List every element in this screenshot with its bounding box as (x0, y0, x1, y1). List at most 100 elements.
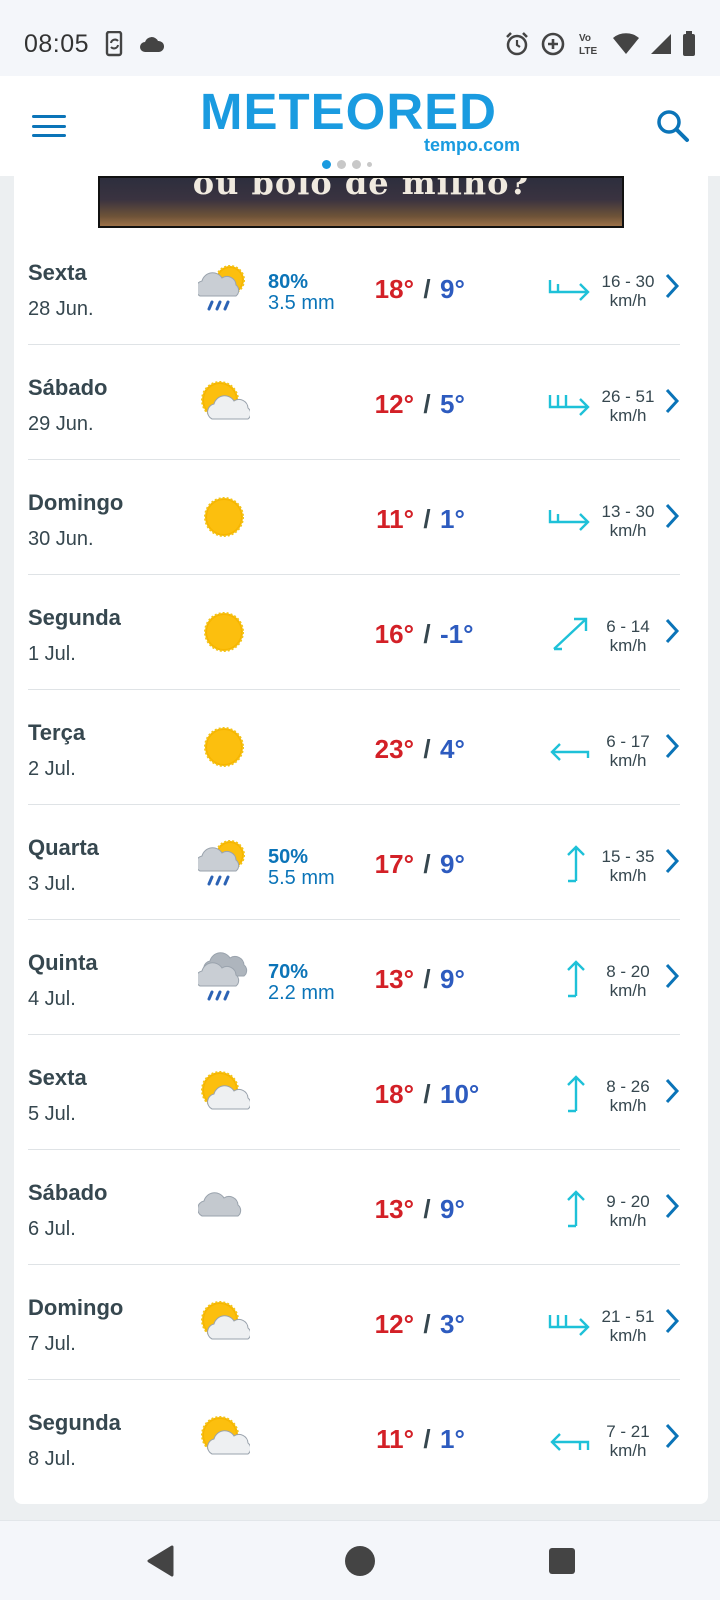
chevron-right-icon[interactable] (664, 962, 680, 990)
day-date: 7 Jul. (28, 1333, 76, 1355)
forecast-row[interactable]: Terça 2 Jul. 23° / 4° 6 - 17 km/h (28, 690, 680, 805)
wind-range: 7 - 21 (606, 1422, 650, 1441)
wind-unit: km/h (609, 981, 647, 1000)
forecast-row[interactable]: Sábado 6 Jul. 13° / 9° 9 - 20 km/h (28, 1150, 680, 1265)
forecast-row[interactable]: Segunda 8 Jul. 11° / 1° 7 - 21 km/h (28, 1380, 680, 1495)
north-icon (546, 843, 592, 883)
search-icon (657, 109, 689, 142)
forecast-row[interactable]: Quinta 4 Jul. 70% 2.2 mm 13° / 9° 8 - 20 k… (28, 920, 680, 1035)
battery-icon (682, 31, 696, 57)
search-button[interactable] (656, 109, 690, 148)
temp-max: 11° (376, 1424, 414, 1454)
temperatures: 13° / 9° (368, 1194, 488, 1225)
temp-separator: / (423, 1194, 431, 1224)
forecast-row[interactable]: Sexta 5 Jul. 18° / 10° 8 - 26 km/h (28, 1035, 680, 1150)
back-button[interactable] (140, 1541, 180, 1581)
chevron-right-icon[interactable] (664, 1077, 680, 1105)
temp-min: 5° (440, 389, 465, 419)
forecast-row[interactable]: Sexta 28 Jun. 80% 3.5 mm 18° / 9° 16 - 30 … (28, 230, 680, 345)
east-strong-icon (546, 383, 592, 423)
rain-probability: 80% (268, 271, 309, 293)
wind-speed: 6 - 17 km/h (594, 732, 662, 770)
temperatures: 16° / -1° (368, 619, 488, 650)
forecast-row[interactable]: Segunda 1 Jul. 16° / -1° 6 - 14 km/h (28, 575, 680, 690)
temp-min: 9° (440, 274, 465, 304)
temp-max: 12° (374, 389, 414, 419)
chevron-right-icon[interactable] (664, 1422, 680, 1450)
recents-icon (549, 1548, 575, 1574)
rain-probability: 70% (268, 961, 309, 983)
alarm-icon (504, 31, 530, 57)
temp-max: 17° (374, 849, 414, 879)
temp-min: 10° (440, 1079, 480, 1109)
wind-range: 6 - 14 (606, 617, 650, 636)
forecast-row[interactable]: Domingo 30 Jun. 11° / 1° 13 - 30 km/h (28, 460, 680, 575)
forecast-row[interactable]: Sábado 29 Jun. 12° / 5° 26 - 51 km/h (28, 345, 680, 460)
temp-separator: / (423, 619, 431, 649)
wind-unit: km/h (609, 1096, 647, 1115)
chevron-right-icon[interactable] (664, 617, 680, 645)
day-date: 6 Jul. (28, 1218, 76, 1240)
wind-range: 15 - 35 (601, 847, 655, 866)
day-date: 8 Jul. (28, 1448, 76, 1470)
temperatures: 11° / 1° (368, 504, 488, 535)
chevron-right-icon[interactable] (664, 272, 680, 300)
cloud-icon (197, 1182, 250, 1232)
precipitation: 50% 5.5 mm (268, 847, 335, 889)
wind-speed: 13 - 30 km/h (594, 502, 662, 540)
home-button[interactable] (340, 1541, 380, 1581)
chevron-right-icon[interactable] (664, 847, 680, 875)
menu-button[interactable] (32, 111, 66, 141)
temp-separator: / (423, 1424, 431, 1454)
temp-separator: / (423, 849, 431, 879)
wind-unit: km/h (609, 751, 647, 770)
wind-unit: km/h (609, 1441, 647, 1460)
day-name: Domingo (28, 1295, 124, 1320)
temp-min: 3° (440, 1309, 465, 1339)
temp-max: 16° (374, 619, 414, 649)
day-date: 4 Jul. (28, 988, 76, 1010)
east-gusty-icon (546, 268, 592, 308)
chevron-right-icon[interactable] (664, 1307, 680, 1335)
wifi-icon (612, 33, 640, 55)
west-gusty-icon (546, 1418, 592, 1458)
temp-separator: / (423, 274, 431, 304)
temp-max: 13° (374, 964, 414, 994)
wind-unit: km/h (609, 1326, 647, 1345)
chevron-right-icon[interactable] (664, 502, 680, 530)
day-name: Domingo (28, 490, 124, 515)
wind-speed: 26 - 51 km/h (594, 387, 662, 425)
recents-button[interactable] (542, 1541, 582, 1581)
wind-range: 26 - 51 (601, 387, 655, 406)
sun-icon (198, 492, 250, 542)
logo-main-text: METEORED (200, 83, 498, 140)
svg-text:Vo: Vo (579, 33, 591, 44)
day-name: Sexta (28, 1065, 87, 1090)
forecast-row[interactable]: Quarta 3 Jul. 50% 5.5 mm 17° / 9° 15 - 35 … (28, 805, 680, 920)
day-date: 28 Jun. (28, 298, 94, 320)
app-header: METEORED tempo.com (0, 76, 720, 176)
meteored-logo[interactable]: METEORED tempo.com (200, 83, 520, 169)
signal-icon (650, 33, 672, 55)
svg-text:LTE: LTE (579, 46, 597, 57)
data-saver-icon (540, 31, 566, 57)
system-nav-bar (0, 1520, 720, 1600)
rain-sun-icon (195, 262, 250, 312)
west-icon (546, 728, 592, 768)
temperatures: 12° / 3° (368, 1309, 488, 1340)
ad-banner[interactable]: ou bolo de milho? (98, 176, 624, 228)
wind-range: 8 - 20 (606, 962, 650, 981)
precipitation: 80% 3.5 mm (268, 272, 335, 314)
day-date: 29 Jun. (28, 413, 94, 435)
wind-range: 8 - 26 (606, 1077, 650, 1096)
forecast-row[interactable]: Domingo 7 Jul. 12° / 3° 21 - 51 km/h (28, 1265, 680, 1380)
wind-speed: 6 - 14 km/h (594, 617, 662, 655)
wind-unit: km/h (609, 636, 647, 655)
chevron-right-icon[interactable] (664, 732, 680, 760)
wind-speed: 8 - 26 km/h (594, 1077, 662, 1115)
north-icon (546, 1188, 592, 1228)
chevron-right-icon[interactable] (664, 1192, 680, 1220)
day-date: 30 Jun. (28, 528, 94, 550)
temp-min: 9° (440, 1194, 465, 1224)
chevron-right-icon[interactable] (664, 387, 680, 415)
